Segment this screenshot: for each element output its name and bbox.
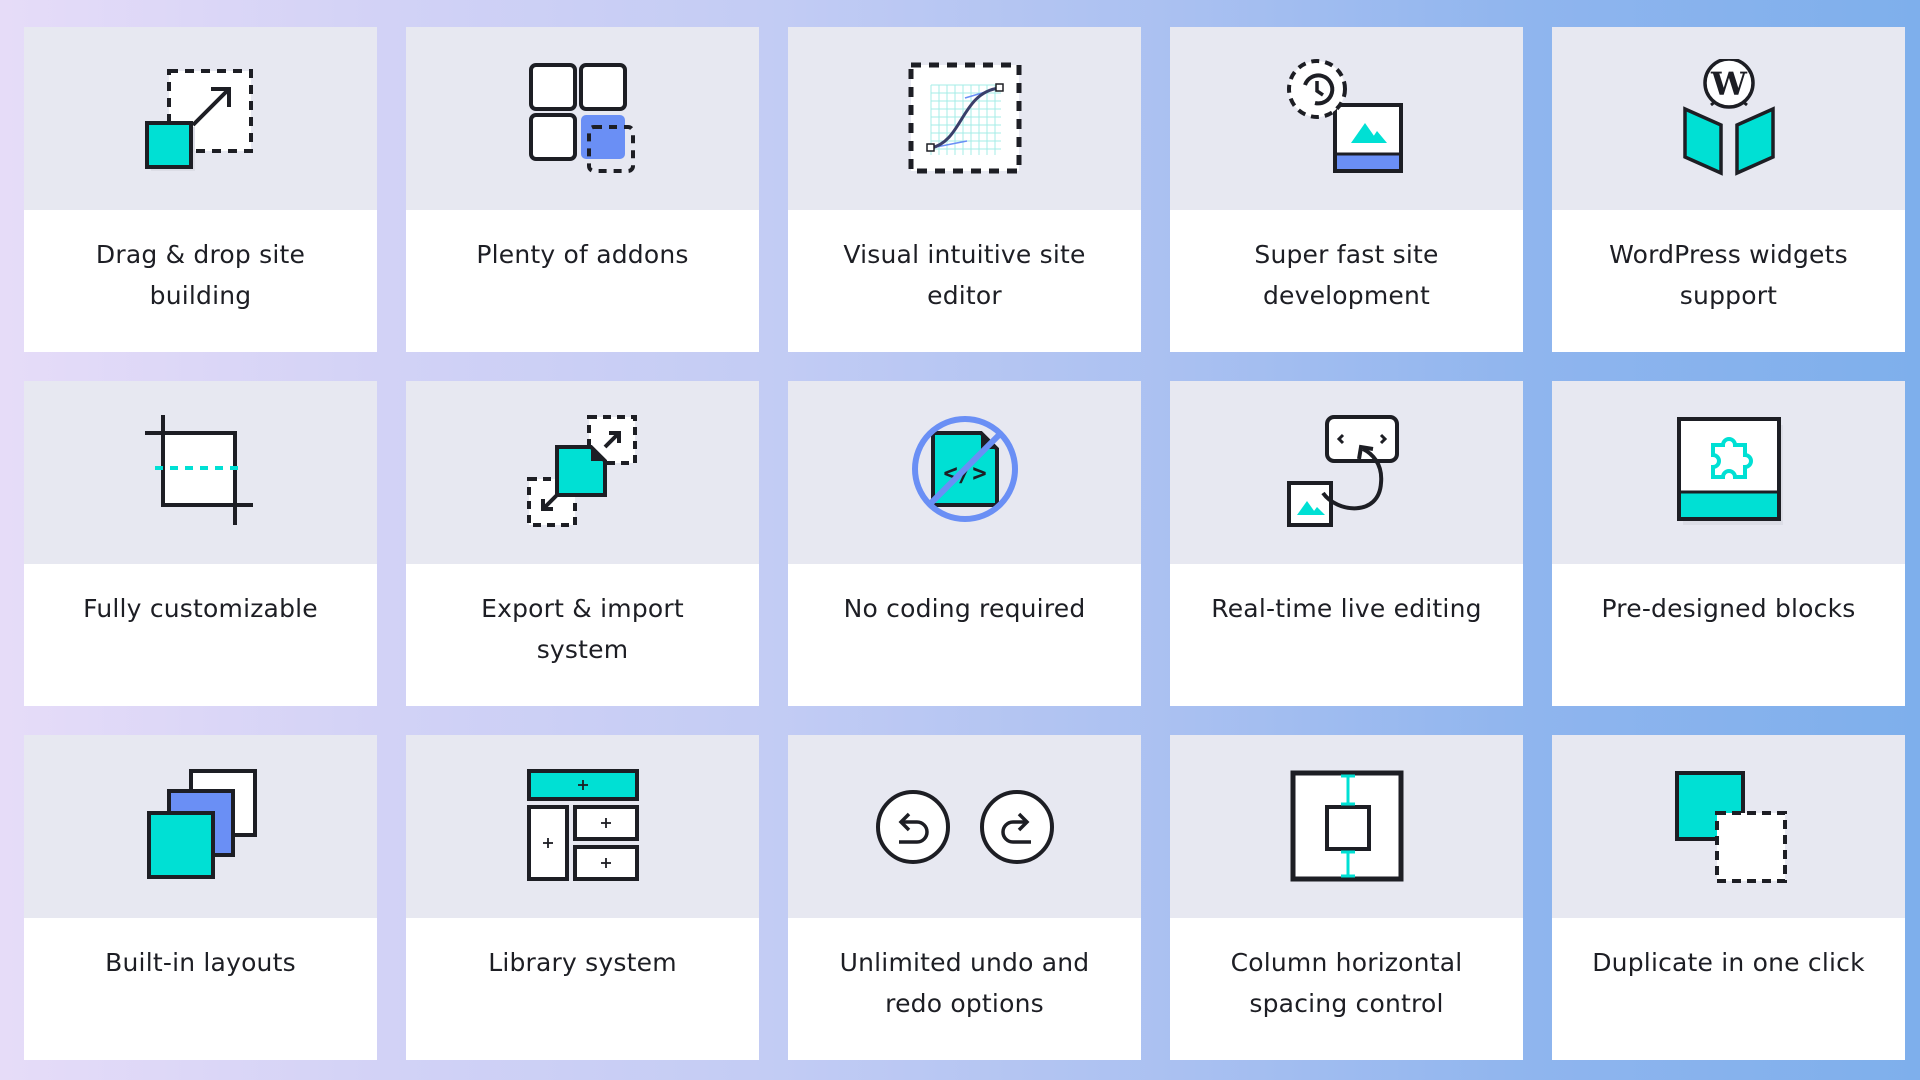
feature-title: Real-time live editing — [1211, 594, 1482, 623]
feature-title: WordPress widgets support — [1609, 240, 1848, 310]
drag-drop-icon — [141, 59, 261, 179]
puzzle-block-icon — [1669, 413, 1789, 533]
feature-title: Plenty of addons — [476, 240, 689, 269]
feature-card-super-fast: Super fast site development — [1170, 27, 1523, 352]
feature-card-duplicate: Duplicate in one click — [1552, 735, 1905, 1060]
feature-card-spacing: Column horizontal spacing control — [1170, 735, 1523, 1060]
feature-title: Column horizontal spacing control — [1230, 948, 1463, 1018]
feature-card-visual-editor: Visual intuitive site editor — [788, 27, 1141, 352]
feature-card-live-editing: Real-time live editing — [1170, 381, 1523, 706]
feature-card-library: Library system — [406, 735, 759, 1060]
feature-title: Drag & drop site building — [95, 240, 306, 310]
spacing-control-icon — [1287, 767, 1407, 887]
live-editing-icon — [1286, 413, 1407, 533]
bezier-curve-icon — [905, 59, 1025, 179]
feature-card-undo-redo: Unlimited undo and redo options — [788, 735, 1141, 1060]
feature-card-no-coding: </> No coding required — [788, 381, 1141, 706]
addons-grid-icon — [523, 59, 643, 179]
feature-title: Built-in layouts — [105, 948, 296, 977]
feature-title: Export & import system — [481, 594, 684, 664]
feature-card-pre-designed: Pre-designed blocks — [1552, 381, 1905, 706]
feature-title: No coding required — [843, 594, 1086, 623]
wordpress-book-icon: W — [1669, 58, 1789, 179]
svg-text:W: W — [1710, 65, 1748, 103]
feature-title: Unlimited undo and redo options — [839, 948, 1090, 1018]
export-import-icon — [523, 413, 643, 533]
undo-redo-icon — [875, 787, 1055, 867]
redo-icon — [979, 789, 1054, 864]
feature-title: Pre-designed blocks — [1601, 594, 1856, 623]
feature-title: Library system — [488, 948, 677, 977]
feature-title: Duplicate in one click — [1592, 948, 1865, 977]
undo-icon — [875, 789, 950, 864]
feature-card-layouts: Built-in layouts — [24, 735, 377, 1060]
feature-card-drag-drop: Drag & drop site building — [24, 27, 377, 352]
duplicate-icon — [1669, 767, 1789, 887]
stacked-layers-icon — [141, 767, 261, 887]
feature-title: Super fast site development — [1254, 240, 1439, 310]
crop-icon — [141, 413, 261, 533]
feature-card-customizable: Fully customizable — [24, 381, 377, 706]
feature-card-wordpress: W WordPress widgets support — [1552, 27, 1905, 352]
feature-card-export-import: Export & import system — [406, 381, 759, 706]
feature-title: Visual intuitive site editor — [843, 240, 1086, 310]
library-layout-icon — [523, 767, 643, 887]
feature-card-addons: Plenty of addons — [406, 27, 759, 352]
features-grid: Drag & drop site building Plenty of addo… — [24, 27, 1905, 1060]
no-code-icon: </> — [905, 413, 1025, 533]
feature-title: Fully customizable — [83, 594, 318, 623]
clock-image-icon — [1286, 58, 1407, 179]
